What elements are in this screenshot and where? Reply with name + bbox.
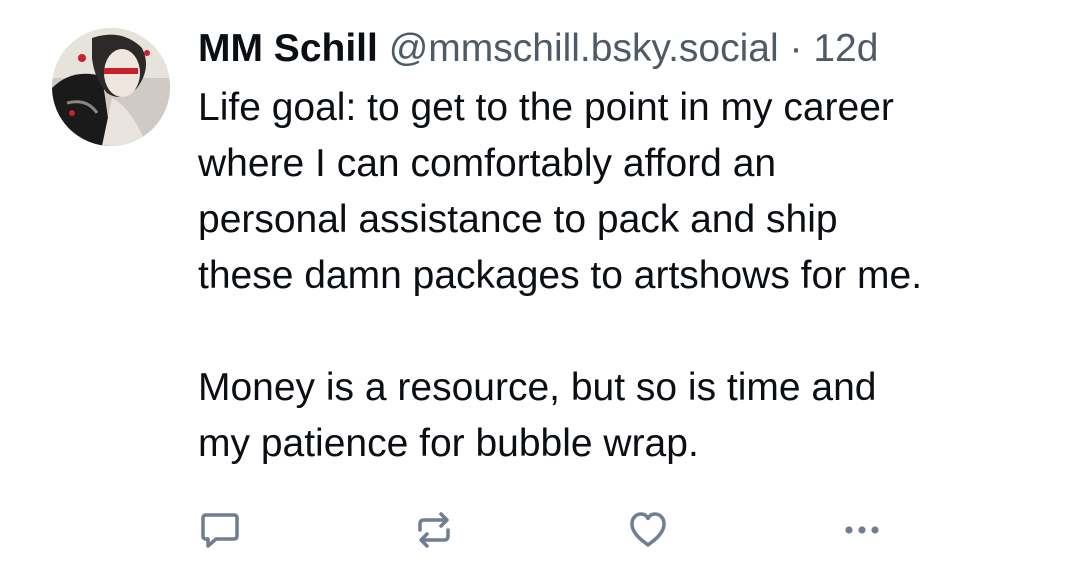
post-card: MM Schill @mmschill.bsky.social · 12d Li… xyxy=(0,0,1080,577)
post-text-line: where I can comfortably afford an xyxy=(198,142,777,185)
post-actions xyxy=(196,506,896,554)
more-dots-icon xyxy=(845,526,879,534)
post-paragraph: Life goal: to get to the point in my car… xyxy=(198,80,1058,304)
reply-button[interactable] xyxy=(196,506,244,554)
post-text-line: these damn packages to artshows for me. xyxy=(198,254,923,297)
post-text: Life goal: to get to the point in my car… xyxy=(198,80,1058,472)
header-separator: · xyxy=(789,27,803,70)
repost-icon xyxy=(418,512,450,548)
post-timestamp[interactable]: 12d xyxy=(813,27,878,70)
avatar[interactable] xyxy=(52,28,170,146)
more-options-button[interactable] xyxy=(838,506,886,554)
post-header: MM Schill @mmschill.bsky.social · 12d xyxy=(198,22,1058,76)
post-paragraph: Money is a resource, but so is time and … xyxy=(198,360,1058,472)
heart-icon xyxy=(630,512,666,547)
post-content: MM Schill @mmschill.bsky.social · 12d Li… xyxy=(198,22,1058,472)
repost-button[interactable] xyxy=(410,506,458,554)
post-text-line: Money is a resource, but so is time and xyxy=(198,366,877,409)
author-handle[interactable]: @mmschill.bsky.social xyxy=(389,27,779,70)
avatar-image xyxy=(52,28,170,146)
post-text-line: my patience for bubble wrap. xyxy=(198,422,699,465)
post-text-line: Life goal: to get to the point in my car… xyxy=(198,86,894,129)
like-button[interactable] xyxy=(624,506,672,554)
post-text-line: personal assistance to pack and ship xyxy=(198,198,838,241)
reply-icon xyxy=(201,513,239,548)
author-name[interactable]: MM Schill xyxy=(198,27,378,70)
